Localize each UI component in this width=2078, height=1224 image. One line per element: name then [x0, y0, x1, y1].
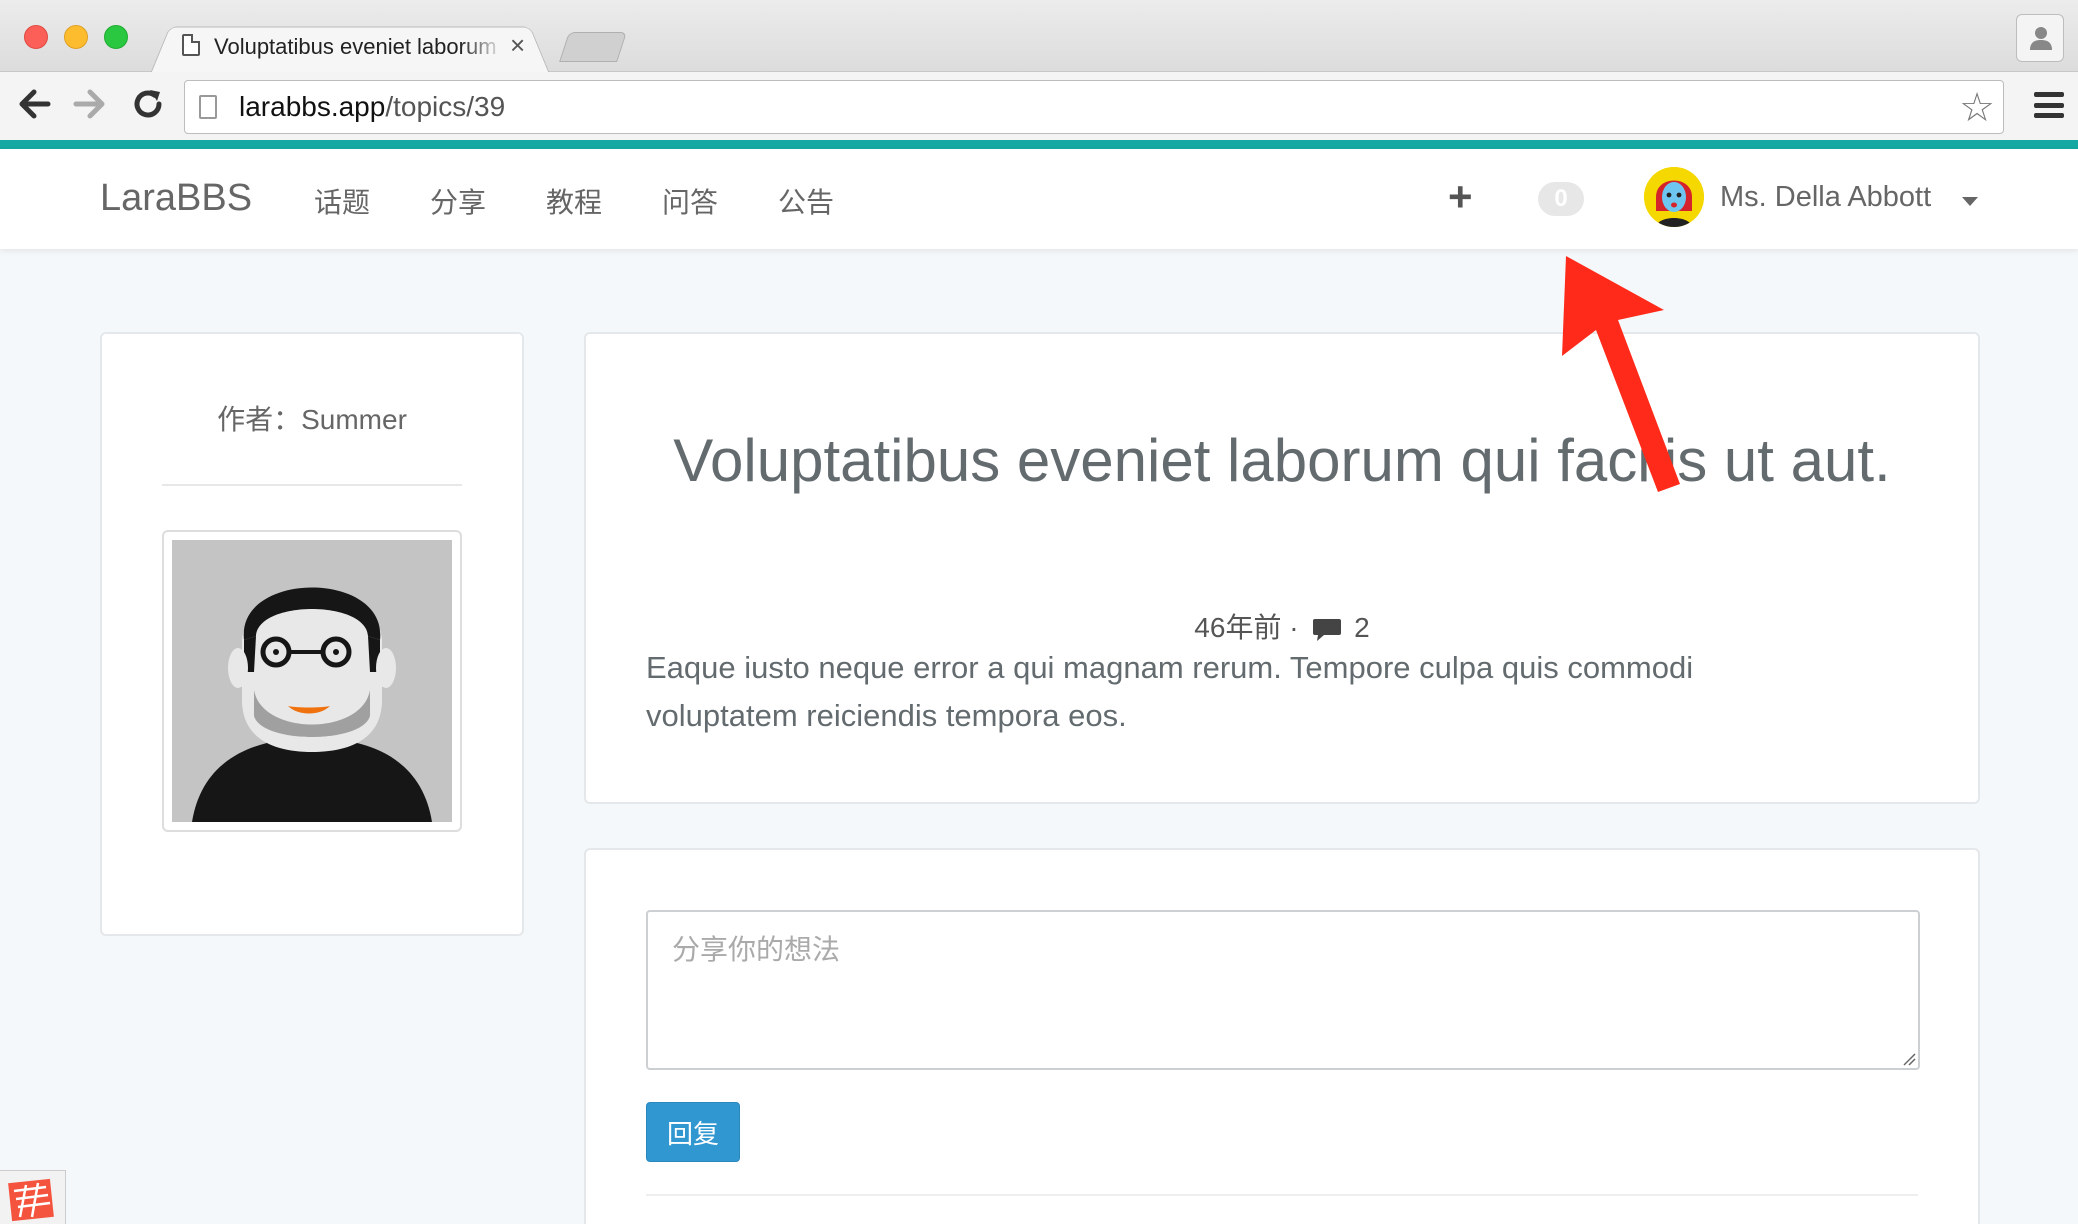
resize-grip-icon[interactable]: [1902, 1052, 1916, 1066]
create-topic-plus-icon[interactable]: +: [1448, 176, 1473, 218]
reply-card: 回复: [584, 848, 1980, 1224]
document-icon: [199, 95, 217, 119]
browser-tab-strip: Voluptatibus eveniet laborum qui facilis…: [0, 0, 2078, 75]
new-tab-button[interactable]: [559, 32, 627, 62]
reply-submit-button[interactable]: 回复: [646, 1102, 740, 1162]
accent-line: [0, 140, 2078, 149]
address-bar[interactable]: larabbs.app/topics/39 ☆: [184, 80, 2004, 134]
meta-separator: ·: [1289, 612, 1299, 643]
nav-link-topics[interactable]: 话题: [314, 181, 370, 221]
forward-arrow-icon[interactable]: [72, 86, 108, 128]
nav-link-qa[interactable]: 问答: [662, 181, 718, 221]
site-brand-link[interactable]: LaraBBS: [100, 177, 252, 220]
url-host: larabbs.app: [239, 91, 386, 122]
window-close-button[interactable]: [24, 25, 48, 49]
divider: [646, 1194, 1918, 1196]
notification-count-badge[interactable]: 0: [1538, 182, 1584, 216]
tab-title: Voluptatibus eveniet laborum qui facilis…: [214, 34, 504, 59]
divider: [162, 484, 462, 486]
debugbar-toggle[interactable]: [0, 1170, 66, 1224]
browser-profile-button[interactable]: [2016, 14, 2064, 62]
topic-title: Voluptatibus eveniet laborum qui facilis…: [673, 427, 1891, 494]
site-navbar: LaraBBS 话题 分享 教程 问答 公告 + 0 Ms. Della Abb…: [0, 149, 2078, 249]
page-icon: [182, 34, 200, 56]
url-path: /topics/39: [385, 91, 506, 122]
reply-textarea[interactable]: [646, 910, 1920, 1070]
laravel-logo-icon: [8, 1178, 54, 1222]
user-avatar[interactable]: [1644, 167, 1704, 227]
user-name-dropdown[interactable]: Ms. Della Abbott: [1720, 181, 1931, 214]
bookmark-star-icon[interactable]: ☆: [1959, 85, 1995, 131]
window-zoom-button[interactable]: [104, 25, 128, 49]
tab-close-icon[interactable]: ×: [510, 30, 525, 61]
browser-tab-active[interactable]: Voluptatibus eveniet laborum qui facilis…: [150, 20, 550, 75]
topic-meta: 46年前 · 2: [586, 606, 1978, 646]
author-label: 作者：Summer: [217, 404, 407, 435]
nav-link-tutorials[interactable]: 教程: [546, 181, 602, 221]
url-text[interactable]: larabbs.app/topics/39: [239, 91, 505, 123]
comment-icon: [1313, 618, 1342, 641]
author-avatar[interactable]: [162, 530, 462, 832]
topic-reply-count: 2: [1354, 612, 1370, 643]
author-card: 作者：Summer: [100, 332, 524, 936]
person-icon: [2030, 27, 2052, 50]
back-arrow-icon[interactable]: [16, 86, 52, 128]
window-minimize-button[interactable]: [64, 25, 88, 49]
reload-icon[interactable]: [130, 86, 166, 128]
caret-down-icon[interactable]: [1962, 197, 1978, 206]
nav-link-share[interactable]: 分享: [430, 181, 486, 221]
nav-link-announcements[interactable]: 公告: [778, 181, 834, 221]
topic-body: Eaque iusto neque error a qui magnam rer…: [646, 650, 1694, 733]
topic-time-ago: 46年前: [1194, 612, 1282, 643]
topic-card: Voluptatibus eveniet laborum qui facilis…: [584, 332, 1980, 804]
browser-menu-icon[interactable]: [2034, 92, 2064, 118]
